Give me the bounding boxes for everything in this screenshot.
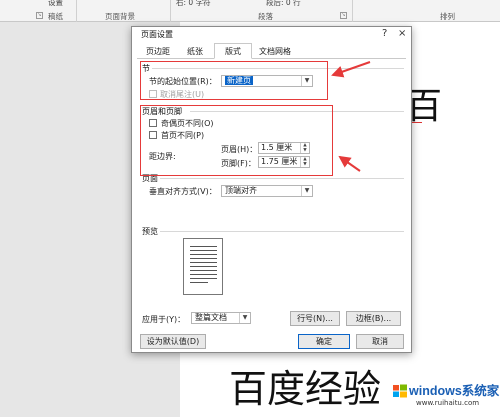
ribbon-group-arrange: 排列 [440, 12, 455, 21]
watermark-url: www.ruihaitu.com [416, 399, 480, 407]
ribbon-spacing-after[interactable]: 段后: 0 行 [266, 0, 301, 8]
preview-line [190, 278, 217, 279]
launcher-icon[interactable]: ↘ [36, 12, 43, 19]
vertical-alignment-value: 顶端对齐 [225, 186, 257, 195]
apply-to-value: 整篇文档 [195, 313, 227, 322]
preview-divider [160, 231, 404, 232]
ribbon-group-manuscript: 稿纸 [48, 12, 63, 21]
chevron-down-icon: ▼ [301, 186, 312, 196]
ribbon-indent-right[interactable]: 右: 0 字符 [176, 0, 211, 8]
document-text: 百度经验 [229, 367, 382, 411]
cancel-button[interactable]: 取消 [356, 334, 404, 349]
dialog-title: 页面设置 [141, 30, 173, 39]
tab-doc-grid[interactable]: 文档网格 [252, 45, 298, 59]
preview-line [190, 250, 217, 251]
windows-logo-icon [393, 384, 407, 398]
watermark-title: windows系统家园 [409, 384, 500, 398]
preview-line [190, 254, 217, 255]
ribbon-group-page-background: 页面背景 [105, 12, 135, 21]
vertical-alignment-select[interactable]: 顶端对齐 ▼ [221, 185, 313, 197]
ribbon-separator [170, 0, 171, 22]
page-divider [160, 178, 404, 179]
ok-button[interactable]: 确定 [298, 334, 350, 349]
launcher-icon[interactable]: ↘ [340, 12, 347, 19]
ribbon-separator [76, 0, 77, 22]
close-icon[interactable]: × [398, 28, 406, 39]
line-numbers-button[interactable]: 行号(N)... [290, 311, 340, 326]
ribbon: 设置 右: 0 字符 段后: 0 行 稿纸 ↘ 页面背景 段落 ↘ 排列 [0, 0, 500, 22]
watermark: windows系统家园 www.ruihaitu.com [392, 372, 500, 417]
preview-line [190, 274, 217, 275]
apply-to-select[interactable]: 整篇文档 ▼ [191, 312, 251, 324]
preview-line [190, 282, 208, 283]
vertical-alignment-label: 垂直对齐方式(V)： [149, 187, 217, 196]
tab-layout[interactable]: 版式 [214, 43, 252, 59]
preview-heading: 预览 [142, 227, 158, 236]
ribbon-separator [352, 0, 353, 22]
apply-to-label: 应用于(Y)： [142, 315, 186, 324]
ribbon-group-paragraph: 段落 [258, 12, 273, 21]
preview-line [190, 270, 217, 271]
chevron-down-icon: ▼ [239, 313, 250, 323]
annotation-box-section [140, 61, 328, 100]
borders-button[interactable]: 边框(B)... [346, 311, 401, 326]
ribbon-setup-label[interactable]: 设置 [48, 0, 63, 8]
tab-margins[interactable]: 页边距 [138, 45, 178, 59]
page-preview-thumbnail [183, 238, 223, 295]
preview-line [190, 246, 217, 247]
annotation-box-headers [140, 105, 333, 176]
preview-line [190, 258, 217, 259]
preview-line [190, 262, 217, 263]
tab-paper[interactable]: 纸张 [178, 45, 212, 59]
help-icon[interactable]: ? [382, 28, 387, 39]
spell-underline [412, 122, 422, 123]
set-default-button[interactable]: 设为默认值(D) [140, 334, 206, 349]
preview-line [190, 266, 217, 267]
